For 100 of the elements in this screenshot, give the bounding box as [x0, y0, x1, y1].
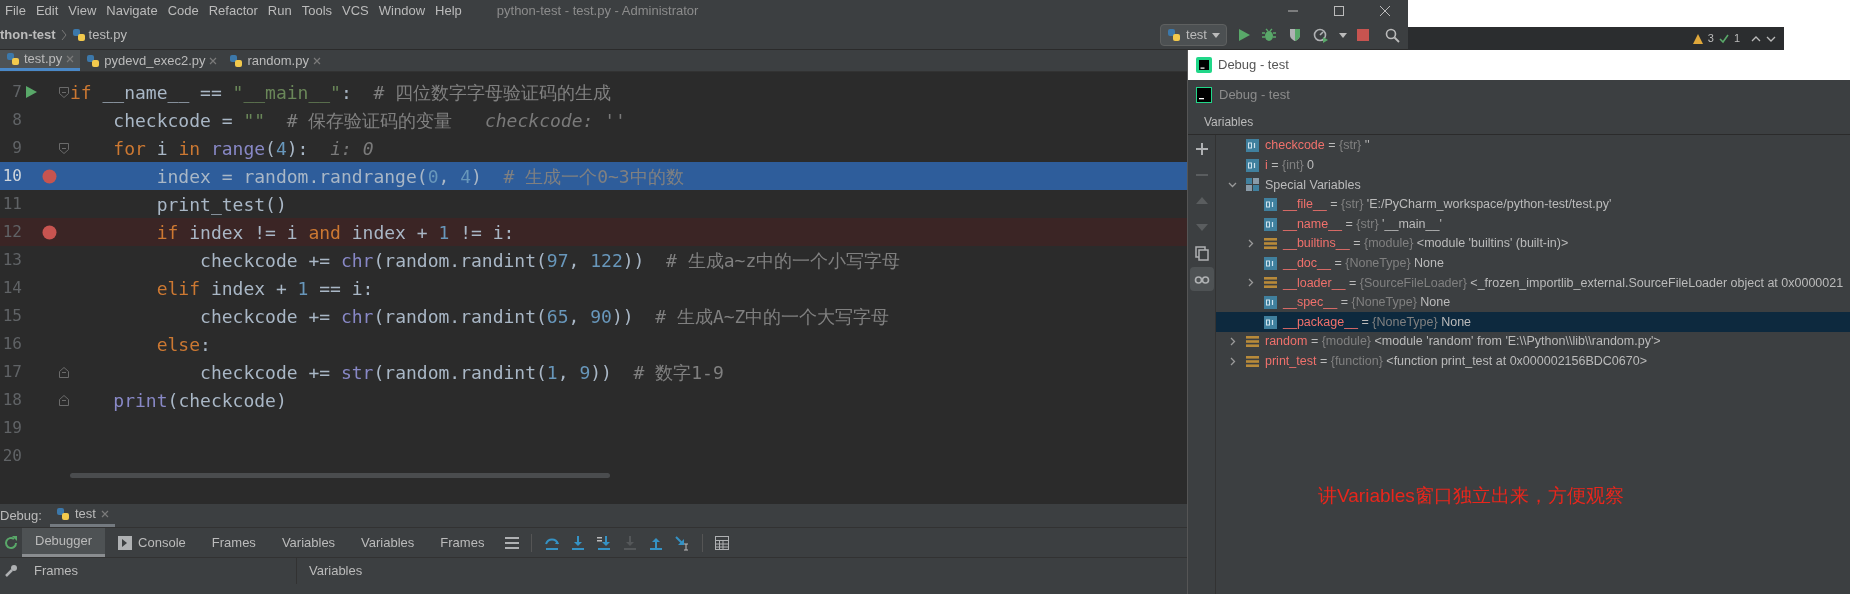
variable-entry: checkcode = {str} '' — [1265, 137, 1370, 155]
step-into-my-code-icon[interactable] — [596, 534, 613, 551]
menu-item[interactable]: Refactor — [203, 0, 263, 21]
editor-tab[interactable]: test.py — [0, 50, 81, 71]
variable-entry: print_test = {function} <function print_test at 0x000002156BDC0670> — [1265, 352, 1647, 370]
breadcrumb-item[interactable]: test.py — [88, 25, 127, 45]
menu-item[interactable]: Edit — [30, 0, 64, 21]
variable-row[interactable]: __file__ = {str} 'E:/PyCharm_workspace/python-test/test.py' — [1216, 194, 1850, 215]
code-line: checkcode += chr(random.randint(65, 90)) # 生成A~Z中的一个大写字母 — [199, 304, 890, 329]
close-icon[interactable] — [209, 56, 218, 65]
run-icon[interactable] — [25, 86, 37, 98]
object-icon — [1246, 354, 1259, 368]
variable-entry: random = {module} <module 'random' from 'E:\\Python\\lib\\random.py'> — [1265, 333, 1661, 351]
plus-icon — [1193, 141, 1210, 157]
menu-item[interactable]: Code — [162, 0, 204, 21]
code-line: if index != i and index + 1 != i: — [155, 220, 515, 245]
line-number: 16 — [1, 333, 22, 355]
code-line: else: — [155, 332, 211, 357]
variable-icon — [1246, 158, 1259, 172]
rerun-icon[interactable] — [3, 534, 19, 551]
debugger-tab[interactable]: Variables — [268, 528, 349, 557]
fold-icon[interactable] — [59, 142, 69, 154]
run-icon[interactable] — [1237, 28, 1251, 42]
menu-item[interactable]: Window — [373, 0, 431, 21]
menu-item[interactable]: Tools — [296, 0, 338, 21]
debugger-tab[interactable]: Console — [105, 528, 199, 557]
variable-icon — [1264, 315, 1277, 329]
menu-item[interactable]: Run — [262, 0, 297, 21]
warning-icon[interactable] — [1692, 33, 1703, 44]
object-icon — [1264, 276, 1277, 290]
menu-item[interactable]: VCS — [337, 0, 374, 21]
file-type-icon — [6, 52, 20, 66]
variable-row[interactable]: __package__ = {NoneType} None — [1216, 312, 1850, 332]
search-icon[interactable] — [1385, 27, 1400, 43]
variable-entry: __package__ = {NoneType} None — [1283, 313, 1472, 331]
glasses-button[interactable] — [1189, 267, 1214, 291]
variable-icon — [1264, 296, 1277, 310]
caret-icon[interactable] — [1339, 32, 1347, 38]
variable-entry: __doc__ = {NoneType} None — [1283, 255, 1444, 272]
variable-icon — [1264, 217, 1277, 231]
check-icon[interactable] — [1718, 33, 1729, 44]
fold-icon[interactable] — [59, 366, 69, 378]
close-icon[interactable] — [312, 56, 321, 65]
gauge-icon[interactable] — [1313, 27, 1329, 43]
breadcrumb-item[interactable]: thon-test — [0, 25, 56, 45]
line-number: 12 — [1, 221, 22, 243]
variable-row[interactable]: __spec__ = {NoneType} None — [1216, 292, 1850, 313]
debugger-tab[interactable]: Frames — [198, 528, 269, 557]
menu-item[interactable]: File — [0, 0, 31, 21]
editor-tab[interactable]: pydevd_exec2.py — [80, 50, 224, 71]
variable-row[interactable]: __builtins__ = {module} <module 'builtins' (built-in)> — [1216, 233, 1850, 254]
code-line: print(checkcode) — [112, 388, 287, 413]
close-icon — [1380, 5, 1390, 16]
variable-row[interactable]: Special Variables — [1216, 175, 1850, 195]
menu-item[interactable]: View — [63, 0, 102, 21]
code-line: checkcode += chr(random.randint(97, 122)) # 生成a~z中的一个小写字母 — [199, 248, 901, 273]
run-config-dropdown[interactable]: test — [1160, 24, 1227, 46]
variable-row[interactable]: print_test = {function} <function print_test at 0x000002156BDC0670> — [1216, 351, 1850, 372]
step-into-icon[interactable] — [570, 534, 587, 551]
variable-entry: __spec__ = {NoneType} None — [1283, 294, 1451, 312]
panel-title: Variables — [1204, 114, 1254, 131]
check-count: 1 — [1733, 31, 1740, 47]
column-header: Frames — [22, 558, 297, 584]
menu-item[interactable]: Navigate — [101, 0, 163, 21]
debugger-tab[interactable]: Frames — [427, 528, 498, 557]
console-icon — [118, 535, 133, 550]
fold-icon[interactable] — [59, 86, 69, 98]
line-number: 11 — [1, 193, 22, 215]
expanded-chevron-icon[interactable] — [1227, 180, 1237, 190]
debugger-tab[interactable]: Variables — [348, 528, 428, 557]
close-icon[interactable] — [100, 510, 109, 518]
run-to-cursor-icon[interactable] — [674, 534, 691, 551]
object-icon — [1264, 237, 1277, 251]
file-type-icon — [71, 28, 86, 42]
file-type-icon — [1167, 28, 1182, 42]
app-logo-icon — [1196, 87, 1212, 103]
variable-entry: __loader__ = {SourceFileLoader} <_frozen_importlib_external.SourceFileLoader object at 0x0000021 — [1283, 274, 1844, 292]
variable-row[interactable]: checkcode = {str} '' — [1216, 136, 1850, 156]
debugger-tab[interactable]: Debugger — [22, 528, 106, 557]
bug-icon[interactable] — [1261, 27, 1277, 43]
variable-entry: __file__ = {str} 'E:/PyCharm_workspace/python-test/test.py' — [1283, 196, 1612, 214]
variable-row[interactable]: random = {module} <module 'random' from 'E:\\Python\\lib\\random.py'> — [1216, 331, 1850, 352]
menu-icon[interactable] — [505, 536, 520, 549]
variable-row[interactable]: __doc__ = {NoneType} None — [1216, 253, 1850, 274]
menu-item[interactable]: Help — [430, 0, 467, 21]
code-line: for i in range(4): i: 0 — [112, 136, 374, 161]
file-type-icon — [229, 53, 244, 68]
horizontal-scrollbar[interactable] — [70, 472, 610, 478]
fold-icon[interactable] — [59, 394, 69, 406]
wrench-icon[interactable] — [4, 564, 18, 578]
variable-row[interactable]: __loader__ = {SourceFileLoader} <_frozen_importlib_external.SourceFileLoader object at 0x0000021 — [1216, 273, 1850, 293]
caret-icon — [1212, 32, 1220, 38]
variable-row[interactable]: __name__ = {str} '__main__' — [1216, 214, 1850, 234]
code-line: print_test() — [155, 192, 287, 217]
variable-row[interactable]: i = {int} 0 — [1216, 155, 1850, 176]
editor-tab[interactable]: random.py — [223, 50, 327, 71]
line-number: 17 — [1, 361, 22, 383]
shield-icon[interactable] — [1287, 27, 1303, 43]
calculator-icon[interactable] — [715, 535, 730, 550]
breakpoint-icon[interactable] — [41, 224, 57, 240]
